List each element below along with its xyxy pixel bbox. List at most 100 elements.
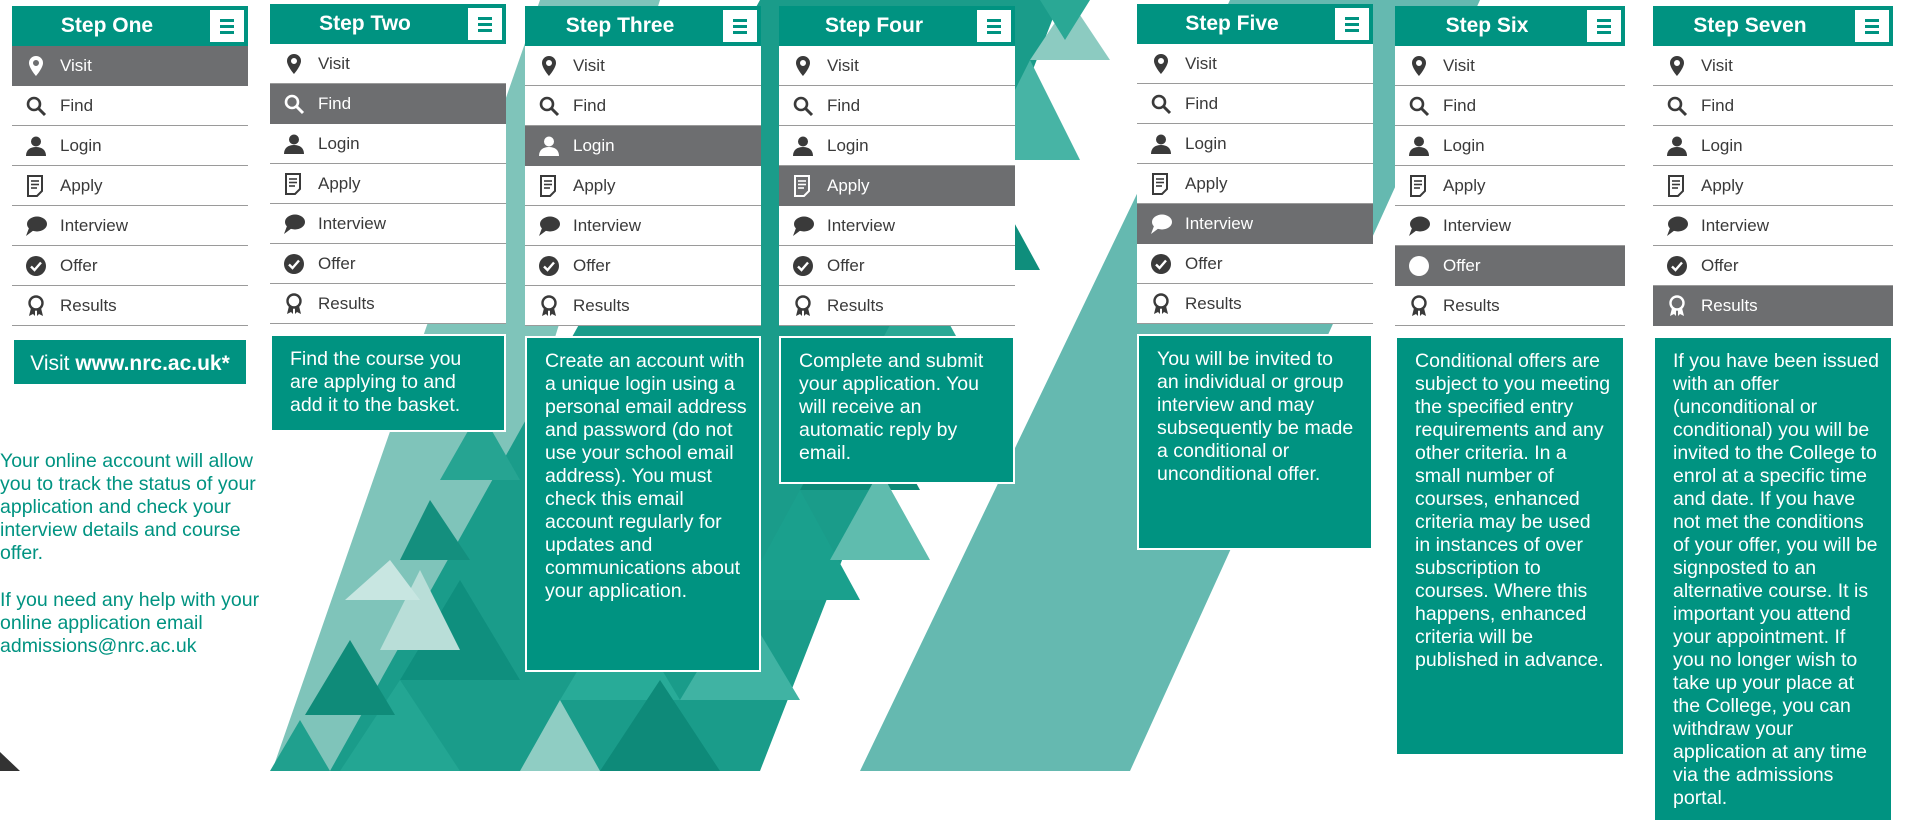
menu-item-results[interactable]: Results <box>12 286 248 326</box>
menu-item-label: Find <box>1701 96 1735 115</box>
menu-item-offer[interactable]: Offer <box>779 246 1015 286</box>
menu-item-results[interactable]: Results <box>270 284 506 324</box>
hamburger-menu-icon[interactable] <box>210 10 244 42</box>
magnifier-icon <box>25 95 47 117</box>
menu-item-results[interactable]: Results <box>1137 284 1373 324</box>
menu-item-label: Apply <box>1185 174 1228 193</box>
menu-item-label: Results <box>1185 294 1242 313</box>
document-icon <box>1666 175 1688 197</box>
hamburger-menu-icon[interactable] <box>977 10 1011 42</box>
menu-item-label: Results <box>60 296 117 315</box>
menu-item-apply[interactable]: Apply <box>525 166 761 206</box>
magnifier-icon <box>283 93 305 115</box>
menu-item-visit[interactable]: Visit <box>12 46 248 86</box>
menu-item-login[interactable]: Login <box>1653 126 1893 166</box>
menu-item-login[interactable]: Login <box>12 126 248 166</box>
menu-item-visit[interactable]: Visit <box>1653 46 1893 86</box>
menu-item-visit[interactable]: Visit <box>525 46 761 86</box>
menu-item-label: Login <box>827 136 869 155</box>
menu-item-find[interactable]: Find <box>525 86 761 126</box>
menu-item-visit[interactable]: Visit <box>779 46 1015 86</box>
step-header: Step Seven <box>1653 6 1893 46</box>
menu-item-label: Visit <box>60 56 92 75</box>
menu-item-label: Offer <box>1443 256 1481 275</box>
hamburger-menu-icon[interactable] <box>1587 10 1621 42</box>
menu-item-find[interactable]: Find <box>12 86 248 126</box>
menu-item-find[interactable]: Find <box>1137 84 1373 124</box>
menu-item-label: Login <box>573 136 615 155</box>
menu-item-results[interactable]: Results <box>1395 286 1625 326</box>
menu-item-label: Offer <box>827 256 865 275</box>
hamburger-menu-icon[interactable] <box>1855 10 1889 42</box>
menu-item-apply[interactable]: Apply <box>12 166 248 206</box>
step-menu: Visit Find Login Apply Interview Offer R… <box>1137 44 1373 324</box>
menu-item-login[interactable]: Login <box>525 126 761 166</box>
menu-item-login[interactable]: Login <box>270 124 506 164</box>
speech-bubble-icon <box>25 215 47 237</box>
step-column-5: Step Five Visit Find Login Apply Intervi… <box>1137 4 1373 550</box>
magnifier-icon <box>792 95 814 117</box>
user-icon <box>1408 135 1430 157</box>
document-icon <box>538 175 560 197</box>
menu-item-find[interactable]: Find <box>270 84 506 124</box>
hamburger-menu-icon[interactable] <box>468 8 502 40</box>
checkmark-icon <box>283 253 305 275</box>
step-menu: Visit Find Login Apply Interview Offer R… <box>525 46 761 326</box>
menu-item-results[interactable]: Results <box>779 286 1015 326</box>
checkmark-icon <box>1150 253 1172 275</box>
user-icon <box>538 135 560 157</box>
menu-item-results[interactable]: Results <box>1653 286 1893 326</box>
menu-item-login[interactable]: Login <box>1137 124 1373 164</box>
menu-item-results[interactable]: Results <box>525 286 761 326</box>
menu-item-label: Login <box>60 136 102 155</box>
menu-item-login[interactable]: Login <box>1395 126 1625 166</box>
menu-item-interview[interactable]: Interview <box>1395 206 1625 246</box>
rosette-icon <box>1408 295 1430 317</box>
menu-item-find[interactable]: Find <box>779 86 1015 126</box>
step-header: Step Four <box>779 6 1015 46</box>
hamburger-menu-icon[interactable] <box>723 10 757 42</box>
menu-item-offer[interactable]: Offer <box>270 244 506 284</box>
menu-item-label: Results <box>573 296 630 315</box>
menu-item-apply[interactable]: Apply <box>1653 166 1893 206</box>
menu-item-interview[interactable]: Interview <box>525 206 761 246</box>
menu-item-apply[interactable]: Apply <box>1137 164 1373 204</box>
menu-item-apply[interactable]: Apply <box>270 164 506 204</box>
hamburger-menu-icon[interactable] <box>1335 8 1369 40</box>
menu-item-find[interactable]: Find <box>1653 86 1893 126</box>
website-link[interactable]: www.nrc.ac.uk* <box>75 352 229 375</box>
menu-item-label: Results <box>1443 296 1500 315</box>
step-menu: Visit Find Login Apply Interview Offer R… <box>779 46 1015 326</box>
menu-item-interview[interactable]: Interview <box>1137 204 1373 244</box>
step-column-3: Step Three Visit Find Login Apply Interv… <box>525 6 761 672</box>
menu-item-login[interactable]: Login <box>779 126 1015 166</box>
menu-item-offer[interactable]: Offer <box>1137 244 1373 284</box>
step-menu: Visit Find Login Apply Interview Offer R… <box>1395 46 1625 326</box>
menu-item-label: Offer <box>1185 254 1223 273</box>
menu-item-visit[interactable]: Visit <box>270 44 506 84</box>
menu-item-label: Results <box>1701 296 1758 315</box>
user-icon <box>25 135 47 157</box>
menu-item-offer[interactable]: Offer <box>12 246 248 286</box>
menu-item-label: Interview <box>318 214 387 233</box>
menu-item-label: Apply <box>1443 176 1486 195</box>
user-icon <box>1666 135 1688 157</box>
menu-item-interview[interactable]: Interview <box>12 206 248 246</box>
menu-item-apply[interactable]: Apply <box>779 166 1015 206</box>
menu-item-interview[interactable]: Interview <box>1653 206 1893 246</box>
menu-item-offer[interactable]: Offer <box>525 246 761 286</box>
step-header: Step Five <box>1137 4 1373 44</box>
menu-item-label: Offer <box>60 256 98 275</box>
menu-item-visit[interactable]: Visit <box>1137 44 1373 84</box>
menu-item-interview[interactable]: Interview <box>270 204 506 244</box>
step-header: Step One <box>12 6 248 46</box>
menu-item-find[interactable]: Find <box>1395 86 1625 126</box>
menu-item-visit[interactable]: Visit <box>1395 46 1625 86</box>
menu-item-label: Login <box>318 134 360 153</box>
magnifier-icon <box>1150 93 1172 115</box>
menu-item-offer[interactable]: Offer <box>1395 246 1625 286</box>
menu-item-interview[interactable]: Interview <box>779 206 1015 246</box>
menu-item-apply[interactable]: Apply <box>1395 166 1625 206</box>
menu-item-label: Apply <box>318 174 361 193</box>
menu-item-offer[interactable]: Offer <box>1653 246 1893 286</box>
